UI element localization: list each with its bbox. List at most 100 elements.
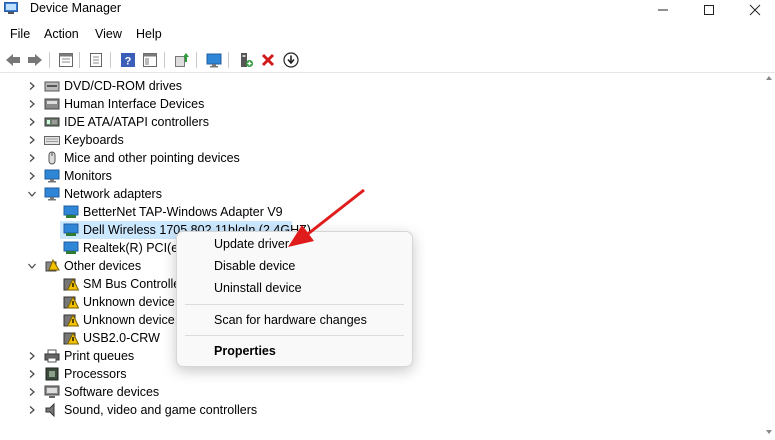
chevron-right-icon xyxy=(29,154,35,162)
scroll-down-icon xyxy=(766,430,772,434)
tree-item-label: Unknown device xyxy=(83,313,175,327)
tree-category-keyboards[interactable]: Keyboards xyxy=(0,131,762,149)
forward-button[interactable] xyxy=(26,51,44,69)
hid-icon xyxy=(44,98,60,110)
menu-properties[interactable]: Properties xyxy=(214,344,276,358)
menu-bar: File Action View Help xyxy=(0,24,775,44)
maximize-button[interactable] xyxy=(686,0,732,20)
toolbar-separator xyxy=(164,52,165,68)
tree-category-mice[interactable]: Mice and other pointing devices xyxy=(0,149,762,167)
network-card-icon xyxy=(63,205,79,218)
update-driver-button[interactable] xyxy=(173,51,191,69)
download-button[interactable] xyxy=(282,51,300,69)
chevron-down-icon xyxy=(28,191,36,197)
properties-view-button[interactable] xyxy=(57,51,75,69)
software-device-icon xyxy=(44,385,60,398)
menu-help[interactable]: Help xyxy=(136,27,162,41)
chevron-right-icon xyxy=(29,82,35,90)
chevron-right-icon xyxy=(29,100,35,108)
tree-category-ide[interactable]: IDE ATA/ATAPI controllers xyxy=(0,113,762,131)
show-panel-button[interactable] xyxy=(141,51,159,69)
download-icon xyxy=(283,52,299,68)
back-button[interactable] xyxy=(4,51,22,69)
processor-icon xyxy=(45,367,59,381)
tree-category-sound[interactable]: Sound, video and game controllers xyxy=(0,401,762,419)
ide-controller-icon xyxy=(44,117,60,127)
sound-icon xyxy=(45,403,55,417)
tree-item-label: USB2.0-CRW xyxy=(83,331,160,345)
tree-category-processors[interactable]: Processors xyxy=(0,365,762,383)
tree-item-label: Processors xyxy=(64,367,127,381)
context-menu: Update driver Disable device Uninstall d… xyxy=(176,231,413,367)
tree-category-dvd[interactable]: DVD/CD-ROM drives xyxy=(0,77,762,95)
menu-disable-device[interactable]: Disable device xyxy=(214,259,295,273)
scroll-up-icon xyxy=(766,76,772,80)
forward-icon xyxy=(28,54,42,66)
help-icon: ? xyxy=(121,53,135,68)
tree-item-label: IDE ATA/ATAPI controllers xyxy=(64,115,209,129)
minimize-icon xyxy=(658,9,668,11)
tree-device-betternet[interactable]: BetterNet TAP-Windows Adapter V9 xyxy=(0,203,762,221)
chevron-down-icon xyxy=(28,263,36,269)
tree-item-label: DVD/CD-ROM drives xyxy=(64,79,183,93)
network-card-icon xyxy=(63,241,79,254)
vertical-scrollbar[interactable] xyxy=(763,73,775,440)
add-driver-button[interactable] xyxy=(237,51,255,69)
properties-view-icon xyxy=(59,53,73,67)
chevron-right-icon xyxy=(29,388,35,396)
minimize-button[interactable] xyxy=(640,0,686,20)
chevron-right-icon xyxy=(29,370,35,378)
toolbar-separator xyxy=(228,52,229,68)
tree-item-label: Unknown device xyxy=(83,295,175,309)
tree-item-label: Software devices xyxy=(64,385,160,399)
menu-file[interactable]: File xyxy=(10,27,30,41)
menu-view[interactable]: View xyxy=(95,27,122,41)
tree-item-label: Network adapters xyxy=(64,187,162,201)
menu-update-driver[interactable]: Update driver xyxy=(214,237,289,251)
tree-category-network[interactable]: Network adapters xyxy=(0,185,762,203)
printer-icon xyxy=(44,349,60,363)
uninstall-button[interactable] xyxy=(259,51,277,69)
menu-uninstall-device[interactable]: Uninstall device xyxy=(214,281,302,295)
tree-item-label: SM Bus Controller xyxy=(83,277,185,291)
network-adapter-icon xyxy=(44,187,60,201)
tree-item-label: Other devices xyxy=(64,259,142,273)
toolbar-separator xyxy=(49,52,50,68)
close-button[interactable] xyxy=(732,0,775,20)
unknown-device-warning-icon xyxy=(63,313,79,327)
window-title: Device Manager xyxy=(30,1,122,15)
tree-category-hid[interactable]: Human Interface Devices xyxy=(0,95,762,113)
tree-item-label: Print queues xyxy=(64,349,135,363)
toolbar: ? xyxy=(0,48,775,73)
uninstall-icon xyxy=(261,53,275,67)
tree-item-label: BetterNet TAP-Windows Adapter V9 xyxy=(83,205,283,219)
title-bar: Device Manager xyxy=(0,0,775,20)
tree-category-software[interactable]: Software devices xyxy=(0,383,762,401)
toolbar-separator xyxy=(79,52,80,68)
unknown-device-warning-icon xyxy=(63,277,79,291)
menu-scan-hardware[interactable]: Scan for hardware changes xyxy=(214,313,367,327)
tree-item-label: Sound, video and game controllers xyxy=(64,403,258,417)
scan-hardware-button[interactable] xyxy=(205,51,223,69)
svg-text:?: ? xyxy=(125,56,132,68)
chevron-right-icon xyxy=(29,118,35,126)
mouse-icon xyxy=(48,151,56,165)
tree-item-label: Realtek(R) PCI(e) xyxy=(83,241,183,255)
tree-category-monitors[interactable]: Monitors xyxy=(0,167,762,185)
chevron-right-icon xyxy=(29,352,35,360)
menu-action[interactable]: Action xyxy=(44,27,79,41)
details-button[interactable] xyxy=(87,51,105,69)
add-driver-icon xyxy=(241,53,253,67)
keyboard-icon xyxy=(44,136,60,145)
unknown-device-warning-icon xyxy=(63,331,79,345)
tree-item-label: Mice and other pointing devices xyxy=(64,151,240,165)
help-button[interactable]: ? xyxy=(119,51,137,69)
annotation-arrow xyxy=(288,188,365,247)
show-panel-icon xyxy=(143,53,157,67)
unknown-device-warning-icon xyxy=(63,295,79,309)
chevron-right-icon xyxy=(29,136,35,144)
back-icon xyxy=(6,54,20,66)
device-manager-app-icon xyxy=(4,2,18,14)
other-devices-icon xyxy=(45,259,60,272)
network-card-icon xyxy=(63,223,79,236)
